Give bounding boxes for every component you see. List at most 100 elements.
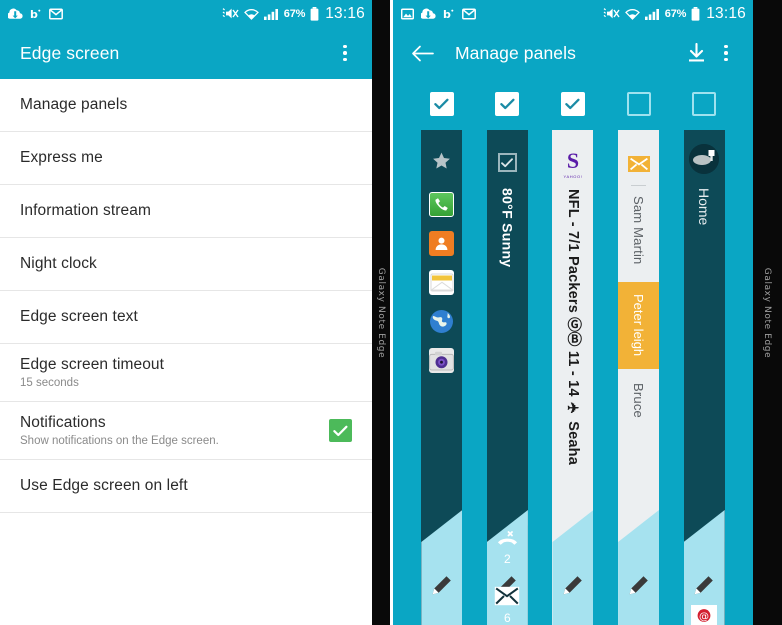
unread-mail-icon <box>494 586 520 611</box>
panel-card-yahoo-sports[interactable]: S YAHOO! NFL - 7/1 Packers ⒼⒷ 11 - 14 ✈ … <box>552 130 594 625</box>
list-item[interactable]: Information stream <box>0 185 372 238</box>
panel-checkbox-email[interactable] <box>626 92 651 116</box>
mute-icon <box>603 7 620 20</box>
right-phone-screen: b 67% 13:16 Manage panels 80°F Sunny 2 6… <box>393 0 753 625</box>
status-notification-icons: b <box>401 8 476 20</box>
panel-checkbox-quick-tools[interactable] <box>495 92 520 116</box>
list-item-subtitle: Show notifications on the Edge screen. <box>20 435 219 447</box>
email-icon <box>429 270 455 295</box>
svg-text:@: @ <box>699 611 709 622</box>
list-item[interactable]: Express me <box>0 132 372 185</box>
divider <box>631 185 647 186</box>
panel-checkbox-yahoo-sports[interactable] <box>560 92 585 116</box>
notifications-checkbox[interactable] <box>329 419 352 442</box>
status-notification-icons: b <box>8 8 63 20</box>
back-arrow-icon[interactable] <box>407 34 437 72</box>
clock-time: 13:16 <box>325 4 365 22</box>
missed-call-count: 2 <box>504 552 511 566</box>
list-item-title: Edge screen timeout <box>20 356 165 373</box>
at-mail-icon: @ <box>691 605 718 625</box>
overflow-menu-icon[interactable] <box>711 34 741 72</box>
download-icon[interactable] <box>681 34 711 72</box>
signal-icon <box>644 8 660 20</box>
cloud-icon <box>421 8 436 19</box>
list-item-title: Information stream <box>20 202 152 219</box>
edge-brand-label: Galaxy Note Edge <box>762 267 773 358</box>
bbm-icon: b <box>443 8 455 20</box>
email-sender: Peter leigh <box>631 294 647 357</box>
battery-icon <box>691 6 700 21</box>
yahoo-logo-letter: S <box>566 148 580 173</box>
list-item-title: Notifications <box>20 414 106 431</box>
panel-card-quick-tools[interactable]: 80°F Sunny 2 6 <box>486 130 528 625</box>
manage-panels-area: 80°F Sunny 2 6 S YAHOO! NFL - 7/1 Packer… <box>393 79 753 625</box>
list-item-title: Night clock <box>20 255 97 272</box>
weather-label: 80°F Sunny <box>499 188 516 268</box>
list-item-title: Manage panels <box>20 96 128 113</box>
battery-icon <box>310 6 319 21</box>
status-system-icons: 67% 13:16 <box>222 5 365 23</box>
sports-ticker: NFL - 7/1 Packers ⒼⒷ 11 - 14 ✈ Seaha <box>565 189 582 466</box>
gmail-icon <box>49 7 63 20</box>
edge-brand-label: Galaxy Note Edge <box>376 267 386 358</box>
yahoo-logo-icon: S YAHOO! <box>563 148 583 180</box>
email-sender: Sam Martin <box>631 196 647 265</box>
clock-time: 13:16 <box>706 4 746 22</box>
page-title: Edge screen <box>20 42 120 63</box>
mute-icon <box>222 7 239 20</box>
wifi-icon <box>243 8 259 20</box>
signal-icon <box>263 8 279 20</box>
right-phone-edge-bezel: Galaxy Note Edge <box>753 0 782 625</box>
page-title: Manage panels <box>455 42 576 63</box>
right-action-bar: Manage panels <box>393 27 753 79</box>
email-sender: Bruce <box>631 382 647 418</box>
left-action-bar: Edge screen <box>0 27 372 79</box>
cloud-icon <box>8 8 23 19</box>
status-system-icons: 67% 13:16 <box>603 5 746 23</box>
battery-percent: 67% <box>664 7 687 20</box>
panel-card-favourites[interactable] <box>421 130 463 625</box>
checkbox-task-icon <box>497 153 517 172</box>
left-status-bar: b 67% 13:16 <box>0 0 372 27</box>
panel-checkbox-home[interactable] <box>692 92 717 116</box>
mail-icon <box>627 156 650 172</box>
home-label: Home <box>696 188 713 226</box>
battery-percent: 67% <box>283 7 306 20</box>
panel-card-home[interactable]: Home @ <box>683 130 725 625</box>
left-phone-edge-bezel: Galaxy Note Edge <box>372 0 390 625</box>
bbm-icon: b <box>30 8 42 20</box>
panel-checkbox-row <box>393 92 753 116</box>
phone-icon <box>429 192 455 217</box>
browser-icon <box>429 309 454 334</box>
list-item-title: Edge screen text <box>20 308 138 325</box>
list-item-notifications[interactable]: Notifications Show notifications on the … <box>0 402 372 460</box>
list-item[interactable]: Edge screen text <box>0 291 372 344</box>
panel-checkbox-favourites[interactable] <box>429 92 454 116</box>
contacts-icon <box>429 231 455 256</box>
camera-icon <box>429 348 455 373</box>
wifi-icon <box>624 8 640 20</box>
star-icon <box>432 152 451 175</box>
overflow-menu-icon[interactable] <box>330 34 360 72</box>
list-item-title: Use Edge screen on left <box>20 477 188 494</box>
missed-call-icon <box>496 531 519 552</box>
left-phone-screen: b 67% 13:16 Edge screen Manage panels Ex… <box>0 0 372 625</box>
yahoo-logo-sub: YAHOO! <box>563 174 583 179</box>
screenshot-stage: b 67% 13:16 Edge screen Manage panels Ex… <box>0 0 782 625</box>
photo-icon <box>401 7 414 20</box>
panel-card-email[interactable]: Sam Martin Peter leigh Bruce <box>618 130 660 625</box>
list-item[interactable]: Edge screen timeout 15 seconds <box>0 344 372 402</box>
svg-text:b: b <box>443 8 451 20</box>
list-item[interactable]: Use Edge screen on left <box>0 460 372 513</box>
unread-mail-count: 6 <box>504 611 511 625</box>
list-item-subtitle: 15 seconds <box>20 377 79 389</box>
right-status-bar: b 67% 13:16 <box>393 0 753 27</box>
edge-settings-list: Manage panels Express me Information str… <box>0 79 372 625</box>
panel-card-row: 80°F Sunny 2 6 S YAHOO! NFL - 7/1 Packer… <box>393 130 753 625</box>
gmail-icon <box>462 7 476 20</box>
list-item[interactable]: Night clock <box>0 238 372 291</box>
list-item-title: Express me <box>20 149 103 166</box>
email-sender-highlighted[interactable]: Peter leigh <box>618 282 660 369</box>
list-item[interactable]: Manage panels <box>0 79 372 132</box>
smart-home-icon <box>689 144 720 174</box>
